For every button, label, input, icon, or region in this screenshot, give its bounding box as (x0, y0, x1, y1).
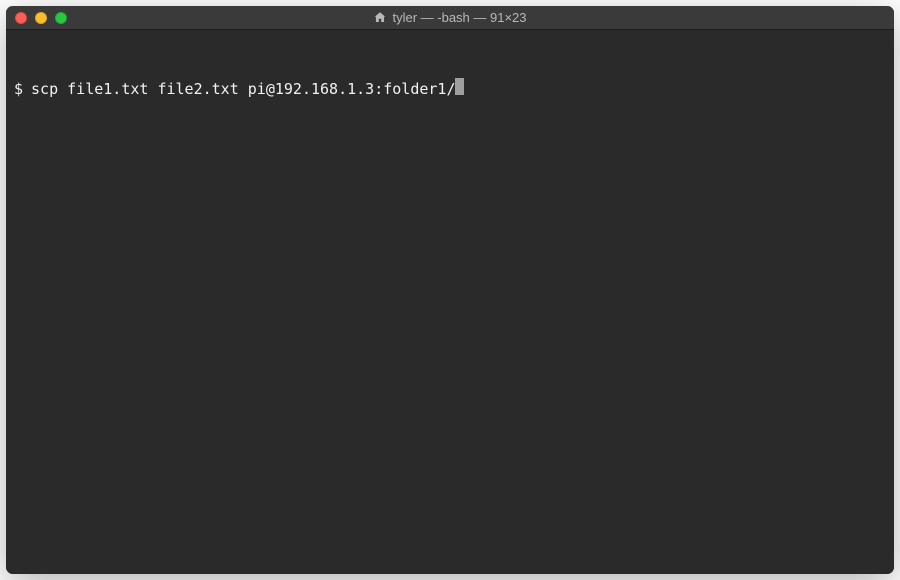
maximize-button[interactable] (55, 12, 67, 24)
titlebar[interactable]: tyler — -bash — 91×23 (6, 6, 894, 30)
terminal-window: tyler — -bash — 91×23 $ scp file1.txt fil… (6, 6, 894, 574)
cursor (455, 78, 464, 95)
prompt-symbol: $ (14, 79, 23, 99)
close-button[interactable] (15, 12, 27, 24)
home-icon (373, 11, 386, 24)
minimize-button[interactable] (35, 12, 47, 24)
command-text: scp file1.txt file2.txt pi@192.168.1.3:f… (31, 79, 455, 99)
command-line[interactable]: $ scp file1.txt file2.txt pi@192.168.1.3:… (14, 77, 886, 99)
window-title: tyler — -bash — 91×23 (373, 10, 526, 25)
traffic-lights (15, 12, 67, 24)
title-text: tyler — -bash — 91×23 (392, 10, 526, 25)
terminal-body[interactable]: $ scp file1.txt file2.txt pi@192.168.1.3:… (6, 30, 894, 574)
